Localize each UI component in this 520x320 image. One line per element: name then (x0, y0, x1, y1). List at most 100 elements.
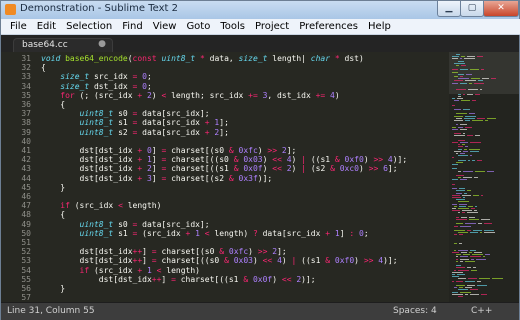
minimap-stroke (467, 135, 473, 137)
menu-help[interactable]: Help (363, 21, 396, 32)
minimap-stroke (492, 278, 503, 280)
minimap-stroke (477, 285, 487, 286)
code-token: ; (363, 228, 369, 238)
minimap-stroke (458, 208, 469, 209)
minimap-stroke (452, 104, 455, 106)
minimap-stroke (474, 210, 477, 212)
minimize-button[interactable]: ▁ (437, 1, 461, 17)
menu-view[interactable]: View (148, 21, 182, 32)
menu-find[interactable]: Find (117, 21, 148, 32)
line-number: 35 (21, 90, 31, 100)
minimap-stroke (470, 232, 478, 234)
tab-base64-cc[interactable]: base64.cc ● (13, 38, 113, 53)
code-token: * (334, 54, 345, 63)
code-token: data[src_idx (142, 127, 205, 137)
minimap-stroke (459, 287, 463, 289)
menu-edit[interactable]: Edit (32, 21, 61, 32)
line-number: 56 (21, 284, 31, 293)
code-token: } (41, 284, 66, 293)
code-token: ) (291, 164, 302, 174)
code-token: ++ (151, 274, 162, 284)
minimap-stroke (454, 205, 457, 207)
line-number: 53 (21, 256, 31, 266)
minimap-stroke (477, 159, 482, 161)
code-token: += (315, 90, 331, 100)
minimap-stroke (452, 179, 458, 181)
minimap-stroke (452, 142, 458, 143)
code-token: | (291, 256, 302, 266)
code-token: data[src_idx (262, 228, 326, 238)
code-area[interactable]: void base64_encode(const uint8_t * data,… (41, 52, 441, 302)
minimap-stroke (457, 98, 463, 99)
minimap-stroke (460, 69, 468, 71)
code-token: & (325, 256, 335, 266)
minimap-stroke (456, 267, 465, 269)
minimap-stroke (456, 219, 467, 220)
tab-close-icon[interactable]: ● (98, 39, 106, 49)
minimap-stroke (458, 249, 468, 251)
menu-bar: File Edit Selection Find View Goto Tools… (1, 19, 520, 35)
code-token: const (132, 54, 162, 63)
minimap-stroke (458, 144, 460, 146)
code-token: charset[((s1 (180, 274, 244, 284)
minimap-stroke (456, 161, 463, 163)
minimap-stroke (458, 126, 463, 128)
code-token: ) (252, 256, 263, 266)
tab-bar: base64.cc ● (1, 35, 519, 53)
maximize-button[interactable]: ▢ (460, 1, 484, 17)
minimap-stroke (469, 219, 479, 220)
minimap-stroke (473, 194, 479, 196)
code-token: )]; (383, 256, 398, 266)
minimap-stroke (452, 56, 459, 58)
code-token: ]; (219, 127, 229, 137)
minimap-stroke (458, 201, 469, 203)
minimap-stroke (470, 150, 479, 152)
menu-project[interactable]: Project (250, 21, 294, 32)
minimap-stroke (471, 269, 477, 271)
minimap-stroke (458, 95, 461, 97)
minimap-stroke (468, 278, 477, 280)
minimap-stroke (459, 203, 467, 205)
menu-goto[interactable]: Goto (181, 21, 215, 32)
minimap-stroke (462, 144, 465, 146)
code-token: s1 (118, 228, 133, 238)
minimap-stroke (461, 100, 470, 102)
minimap-stroke (460, 179, 467, 181)
minimap-stroke (452, 291, 458, 293)
code-token: ] (339, 228, 350, 238)
minimap-stroke (484, 232, 495, 234)
code-token: = (132, 127, 143, 137)
code-token: )]; (301, 274, 316, 284)
minimap-stroke (452, 126, 456, 128)
menu-preferences[interactable]: Preferences (294, 21, 363, 32)
code-token: } (41, 182, 66, 192)
minimap-stroke (459, 243, 462, 245)
code-editor[interactable]: 31 32 33 34 35 36 37 38 39 40 41 42 43 44 45 46 47 48 49 50… (1, 52, 519, 302)
minimap-stroke (454, 287, 457, 289)
minimap-stroke (462, 212, 465, 214)
code-token: char (310, 54, 335, 63)
minimap-stroke (481, 69, 484, 71)
minimap-stroke (460, 58, 462, 60)
minimap-stroke (452, 188, 457, 190)
syntax-selector[interactable]: C++ (471, 306, 492, 316)
minimap-stroke (458, 212, 460, 214)
minimap-stroke (469, 252, 472, 253)
indentation-setting[interactable]: Spaces: 4 (393, 306, 437, 316)
menu-tools[interactable]: Tools (215, 21, 250, 32)
minimap[interactable] (449, 52, 519, 302)
code-token: uint8_t (79, 127, 119, 137)
close-button[interactable]: ✕ (483, 1, 519, 17)
minimap-stroke (452, 71, 458, 73)
minimap-stroke (456, 153, 458, 154)
menu-selection[interactable]: Selection (61, 21, 117, 32)
minimap-stroke (470, 142, 481, 143)
title-bar[interactable]: Demonstration - Sublime Text 2 ▁ ▢ ✕ (1, 1, 519, 19)
minimap-stroke (484, 230, 494, 231)
minimap-stroke (452, 157, 454, 159)
code-token: data, (209, 54, 239, 63)
minimap-stroke (471, 78, 480, 80)
code-token: (; (src_idx (79, 90, 138, 100)
minimap-stroke (465, 293, 468, 295)
menu-file[interactable]: File (5, 21, 32, 32)
